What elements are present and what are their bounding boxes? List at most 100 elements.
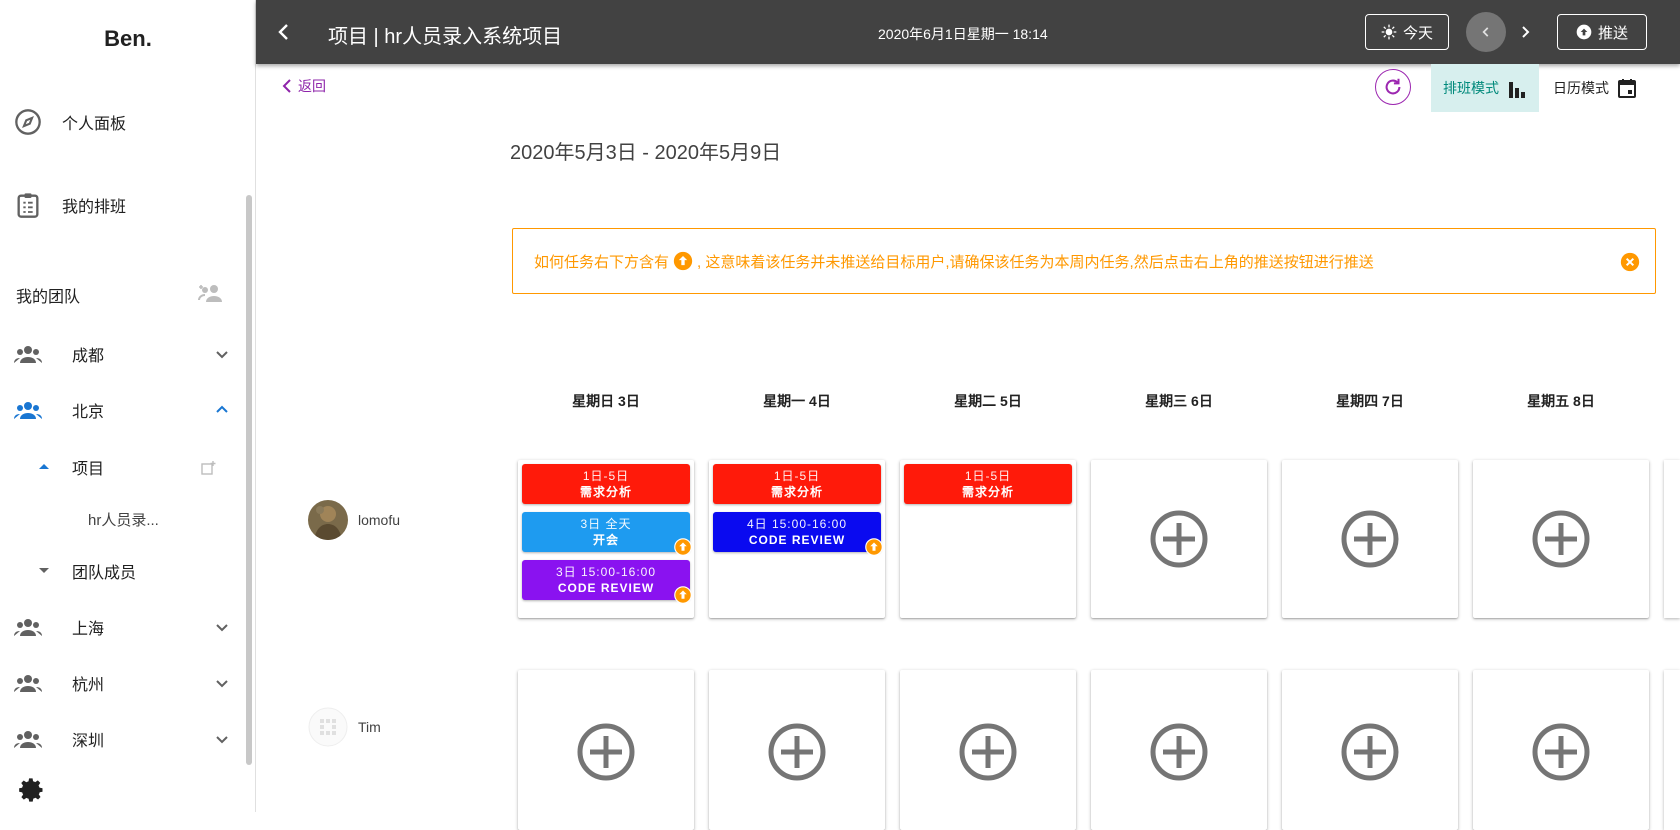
schedule-mode-label: 排班模式 [1443,80,1499,96]
schedule-cell[interactable] [709,670,885,830]
team-member[interactable]: Tim [308,707,381,747]
add-task-icon[interactable] [1340,722,1400,782]
team-group-beijing[interactable]: 北京 [0,388,240,432]
refresh-button[interactable] [1375,69,1411,105]
add-project-icon[interactable] [200,460,216,476]
schedule-cell-overflow [1664,460,1680,618]
schedule-mode-button[interactable]: 排班模式 [1431,64,1539,112]
team-group-shenzhen[interactable]: 深圳 [0,717,240,761]
member-name: lomofu [358,512,401,528]
chevron-left-icon [282,79,291,93]
gear-icon[interactable] [18,776,46,804]
add-task-icon[interactable] [1149,722,1209,782]
task-title: 需求分析 [961,485,1014,499]
alert-suffix: , 这意味着该任务并未推送给目标用户,请确保该任务为本周内任务,然后点击右上角的… [697,253,1374,271]
group-icon [14,619,42,636]
team-group-chengdu[interactable]: 成都 [0,332,240,376]
task-chip[interactable]: 4日 15:00-16:00 CODE REVIEW [713,512,883,556]
task-chip[interactable]: 1日-5日 需求分析 [522,464,690,504]
previous-week-button[interactable] [1466,12,1506,52]
beijing-projects[interactable]: 项目 [0,447,240,487]
day-header: 星期三 6日 [1145,393,1213,409]
task-time: 1日-5日 [964,469,1012,483]
schedule-cell[interactable] [1473,670,1649,830]
project-item-hr[interactable]: hr人员录... [0,499,240,539]
task-chip[interactable]: 1日-5日需求分析 [904,464,1072,504]
projects-label: 项目 [72,461,105,478]
schedule-cell[interactable] [1091,670,1267,830]
schedule-cell[interactable]: 1日-5日 需求分析 3日 全天 开会 3日 15:00-16:00 CODE REVIE… [518,460,694,618]
member-name: Tim [358,719,381,735]
sun-icon [1381,24,1397,40]
add-task-icon[interactable] [576,722,636,782]
chevron-down-icon[interactable] [214,675,230,691]
today-button[interactable]: 今天 [1365,14,1449,50]
schedule-cell[interactable] [1473,460,1649,618]
page-title: 项目 | hr人员录入系统项目 [328,26,563,48]
calendar-icon [1618,79,1636,98]
schedule-cell[interactable] [1091,460,1267,618]
chevron-left-icon[interactable] [272,20,296,44]
sidebar-scrollbar[interactable] [246,195,252,765]
task-chip[interactable]: 1日-5日需求分析 [713,464,881,504]
back-label: 返回 [298,78,326,94]
chevron-down-icon[interactable] [214,619,230,635]
task-chip[interactable]: 3日 全天 开会 [522,512,692,556]
add-task-icon[interactable] [1340,509,1400,569]
avatar [308,707,348,747]
day-header: 星期四 7日 [1336,393,1404,409]
nav-personal-dashboard[interactable]: 个人面板 [0,97,240,147]
task-time: 4日 15:00-16:00 [746,517,848,531]
task-title: CODE REVIEW [557,581,655,595]
chevron-down-icon[interactable] [214,346,230,362]
day-header: 星期日 3日 [572,393,640,409]
chevron-right-icon[interactable] [1514,20,1538,44]
refresh-icon [1385,78,1401,95]
chevron-down-icon[interactable] [214,731,230,747]
calendar-mode-label: 日历模式 [1553,80,1609,96]
add-task-icon[interactable] [1149,509,1209,569]
schedule-cell[interactable] [900,670,1076,830]
arrow-up-circle-icon [673,251,693,271]
group-label: 成都 [72,348,105,365]
members-label: 团队成员 [72,565,137,582]
close-circle-icon[interactable] [1620,252,1640,272]
app-logo: Ben. [104,26,152,51]
group-label: 北京 [72,404,105,421]
nav-label: 我的排班 [62,199,127,216]
chevron-up-icon[interactable] [214,402,230,418]
add-task-icon[interactable] [1531,722,1591,782]
compass-icon [15,109,41,135]
add-task-icon[interactable] [1531,509,1591,569]
group-label: 深圳 [72,733,105,750]
project-item-label: hr人员录... [88,511,159,529]
day-header: 星期五 8日 [1527,393,1595,409]
beijing-team-members[interactable]: 团队成员 [0,551,240,591]
schedule-cell[interactable] [518,670,694,830]
alert-prefix: 如何任务右下方含有 [534,253,670,271]
task-title: 需求分析 [770,485,823,499]
add-team-icon[interactable] [198,282,226,304]
task-time: 1日-5日 [773,469,821,483]
task-title: 开会 [592,533,619,547]
add-task-icon[interactable] [958,722,1018,782]
add-task-icon[interactable] [767,722,827,782]
task-title: CODE REVIEW [748,533,846,547]
schedule-cell[interactable]: 1日-5日需求分析 4日 15:00-16:00 CODE REVIEW [709,460,885,618]
team-member[interactable]: lomofu [308,500,400,540]
calendar-mode-button[interactable]: 日历模式 [1541,64,1649,112]
team-group-shanghai[interactable]: 上海 [0,605,240,649]
caret-down-icon [39,568,49,573]
schedule-cell[interactable]: 1日-5日需求分析 [900,460,1076,618]
push-button[interactable]: 推送 [1557,14,1647,50]
nav-my-schedule[interactable]: 我的排班 [0,180,240,230]
schedule-cell[interactable] [1282,670,1458,830]
task-time: 1日-5日 [582,469,630,483]
push-label: 推送 [1597,24,1628,42]
unpushed-badge-icon [674,586,692,604]
back-link[interactable]: 返回 [282,76,326,96]
task-chip[interactable]: 3日 15:00-16:00 CODE REVIEW [522,560,692,604]
unpushed-warning-alert: 如何任务右下方含有 , 这意味着该任务并未推送给目标用户,请确保该任务为本周内任… [512,228,1656,294]
team-group-hangzhou[interactable]: 杭州 [0,661,240,705]
schedule-cell[interactable] [1282,460,1458,618]
